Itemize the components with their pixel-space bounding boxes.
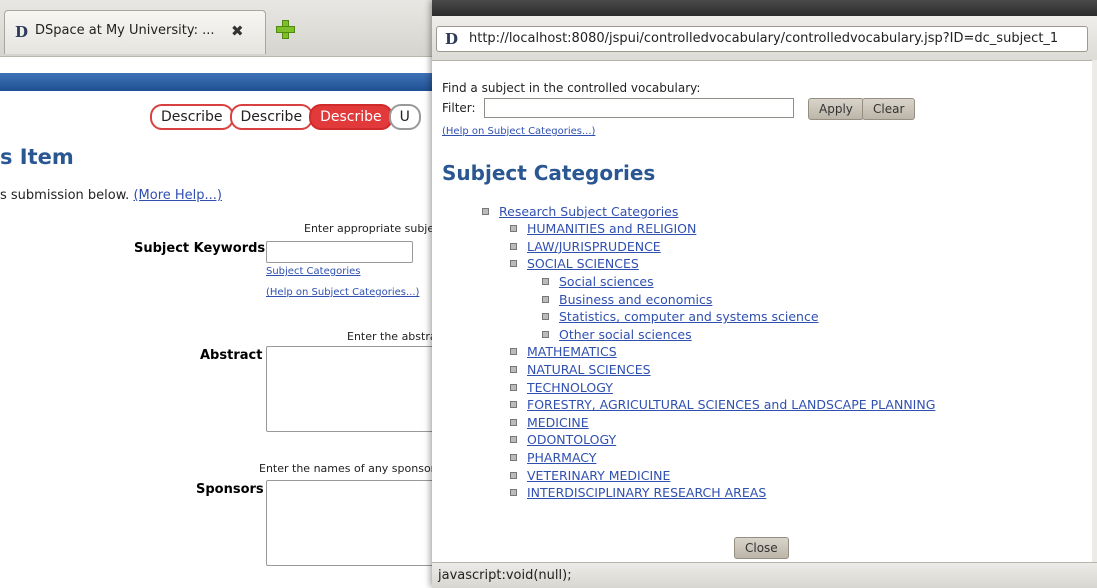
tree-node-label[interactable]: Other social sciences: [559, 327, 692, 342]
subject-hint: Enter appropriate subject: [304, 222, 445, 235]
expand-toggle-icon[interactable]: [482, 207, 489, 215]
popup-status-bar: javascript:void(null);: [432, 562, 1097, 588]
subject-help-link[interactable]: (Help on Subject Categories...): [266, 287, 419, 298]
abstract-textarea[interactable]: [266, 346, 436, 432]
tree-node-label[interactable]: TECHNOLOGY: [527, 380, 613, 395]
popup-url-field[interactable]: D http://localhost:8080/jspui/controlled…: [436, 26, 1088, 52]
tree-node-label[interactable]: Business and economics: [559, 292, 712, 307]
tree-node[interactable]: INTERDISCIPLINARY RESEARCH AREAS: [510, 485, 766, 501]
expand-toggle-icon[interactable]: [510, 418, 517, 426]
page-title: s Item: [0, 145, 74, 169]
expand-toggle-icon[interactable]: [510, 383, 517, 391]
close-icon[interactable]: ✖: [231, 22, 244, 40]
tree-node-label[interactable]: MEDICINE: [527, 415, 589, 430]
intro-text: s submission below. (More Help...): [0, 188, 222, 203]
expand-toggle-icon[interactable]: [510, 260, 517, 268]
popup-url-bar: D http://localhost:8080/jspui/controlled…: [432, 16, 1097, 61]
tree-node-label[interactable]: Research Subject Categories: [499, 204, 678, 219]
tree-node[interactable]: Social sciences: [542, 273, 654, 289]
progress-step-upload: U: [388, 104, 421, 130]
tree-node[interactable]: LAW/JURISPRUDENCE: [510, 238, 661, 254]
tree-node-label[interactable]: LAW/JURISPRUDENCE: [527, 239, 661, 254]
subject-categories-heading: Subject Categories: [442, 161, 656, 185]
tree-node[interactable]: FORESTRY, AGRICULTURAL SCIENCES and LAND…: [510, 397, 935, 413]
tree-node[interactable]: SOCIAL SCIENCES: [510, 256, 639, 272]
sponsors-textarea[interactable]: [266, 480, 436, 566]
sponsors-label: Sponsors: [196, 482, 264, 497]
tree-node[interactable]: Business and economics: [542, 291, 712, 307]
expand-toggle-icon[interactable]: [510, 365, 517, 373]
tree-node-label[interactable]: Social sciences: [559, 274, 654, 289]
popup-scrollbar[interactable]: [1092, 60, 1097, 562]
expand-toggle-icon[interactable]: [510, 471, 517, 479]
tree-node-label[interactable]: INTERDISCIPLINARY RESEARCH AREAS: [527, 485, 766, 500]
dspace-favicon-icon: D: [15, 23, 29, 41]
tree-node-label[interactable]: MATHEMATICS: [527, 344, 617, 359]
apply-button[interactable]: Apply: [808, 98, 864, 120]
tree-node[interactable]: NATURAL SCIENCES: [510, 361, 651, 377]
tree-node-label[interactable]: Statistics, computer and systems science: [559, 309, 819, 324]
tree-node[interactable]: VETERINARY MEDICINE: [510, 467, 670, 483]
progress-step-describe-3: Describe: [309, 104, 393, 130]
expand-toggle-icon[interactable]: [510, 348, 517, 356]
tree-node[interactable]: ODONTOLOGY: [510, 432, 616, 448]
tree-node-label[interactable]: FORESTRY, AGRICULTURAL SCIENCES and LAND…: [527, 397, 935, 412]
tree-node[interactable]: HUMANITIES and RELIGION: [510, 221, 696, 237]
subject-keywords-input[interactable]: [266, 241, 413, 263]
subject-keywords-label: Subject Keywords: [134, 241, 266, 256]
expand-toggle-icon[interactable]: [542, 330, 549, 338]
submission-progress-bar: Describe Describe Describe U: [150, 104, 421, 130]
find-subject-label: Find a subject in the controlled vocabul…: [442, 81, 701, 95]
browser-tab-bar: D DSpace at My University: ... ✖: [0, 0, 432, 57]
tree-node-label[interactable]: VETERINARY MEDICINE: [527, 468, 670, 483]
expand-toggle-icon[interactable]: [542, 313, 549, 321]
tab-title: DSpace at My University: ...: [35, 23, 215, 38]
more-help-link[interactable]: (More Help...): [133, 188, 222, 203]
sponsors-hint: Enter the names of any sponsors a: [259, 462, 452, 475]
close-button[interactable]: Close: [734, 537, 789, 559]
dspace-favicon-icon: D: [445, 30, 459, 48]
tree-node-label[interactable]: NATURAL SCIENCES: [527, 362, 651, 377]
tree-node[interactable]: TECHNOLOGY: [510, 379, 613, 395]
tree-node[interactable]: Other social sciences: [542, 326, 692, 342]
expand-toggle-icon[interactable]: [510, 225, 517, 233]
expand-toggle-icon[interactable]: [542, 277, 549, 285]
status-text: javascript:void(null);: [438, 568, 572, 583]
tree-node-label[interactable]: HUMANITIES and RELIGION: [527, 221, 696, 236]
browser-tab[interactable]: D DSpace at My University: ... ✖: [4, 10, 266, 54]
popup-url-text: http://localhost:8080/jspui/controlledvo…: [469, 31, 1059, 46]
expand-toggle-icon[interactable]: [510, 242, 517, 250]
abstract-label: Abstract: [200, 348, 263, 363]
popup-title-bar[interactable]: [432, 0, 1097, 16]
clear-button[interactable]: Clear: [862, 98, 916, 120]
progress-step-describe-2[interactable]: Describe: [229, 104, 314, 130]
tree-node-label[interactable]: PHARMACY: [527, 450, 596, 465]
filter-label: Filter:: [442, 101, 476, 115]
tree-node-label[interactable]: ODONTOLOGY: [527, 432, 616, 447]
plus-icon[interactable]: [276, 20, 295, 39]
filter-input[interactable]: [484, 98, 794, 118]
tree-node[interactable]: PHARMACY: [510, 449, 596, 465]
help-on-subject-categories-link[interactable]: (Help on Subject Categories...): [442, 126, 595, 137]
tree-node[interactable]: Research Subject Categories: [482, 203, 678, 219]
expand-toggle-icon[interactable]: [542, 295, 549, 303]
expand-toggle-icon[interactable]: [510, 489, 517, 497]
site-banner: [0, 73, 432, 91]
tree-node[interactable]: MEDICINE: [510, 414, 589, 430]
subject-categories-link[interactable]: Subject Categories: [266, 266, 360, 277]
tree-node[interactable]: Statistics, computer and systems science: [542, 309, 819, 325]
intro-text-label: s submission below.: [0, 188, 134, 203]
expand-toggle-icon[interactable]: [510, 401, 517, 409]
abstract-hint: Enter the abstra: [347, 330, 437, 343]
tree-node[interactable]: MATHEMATICS: [510, 344, 617, 360]
expand-toggle-icon[interactable]: [510, 436, 517, 444]
vocabulary-popup-window: D http://localhost:8080/jspui/controlled…: [432, 0, 1097, 588]
progress-step-describe-1[interactable]: Describe: [150, 104, 234, 130]
expand-toggle-icon[interactable]: [510, 453, 517, 461]
tree-node-label[interactable]: SOCIAL SCIENCES: [527, 256, 639, 271]
